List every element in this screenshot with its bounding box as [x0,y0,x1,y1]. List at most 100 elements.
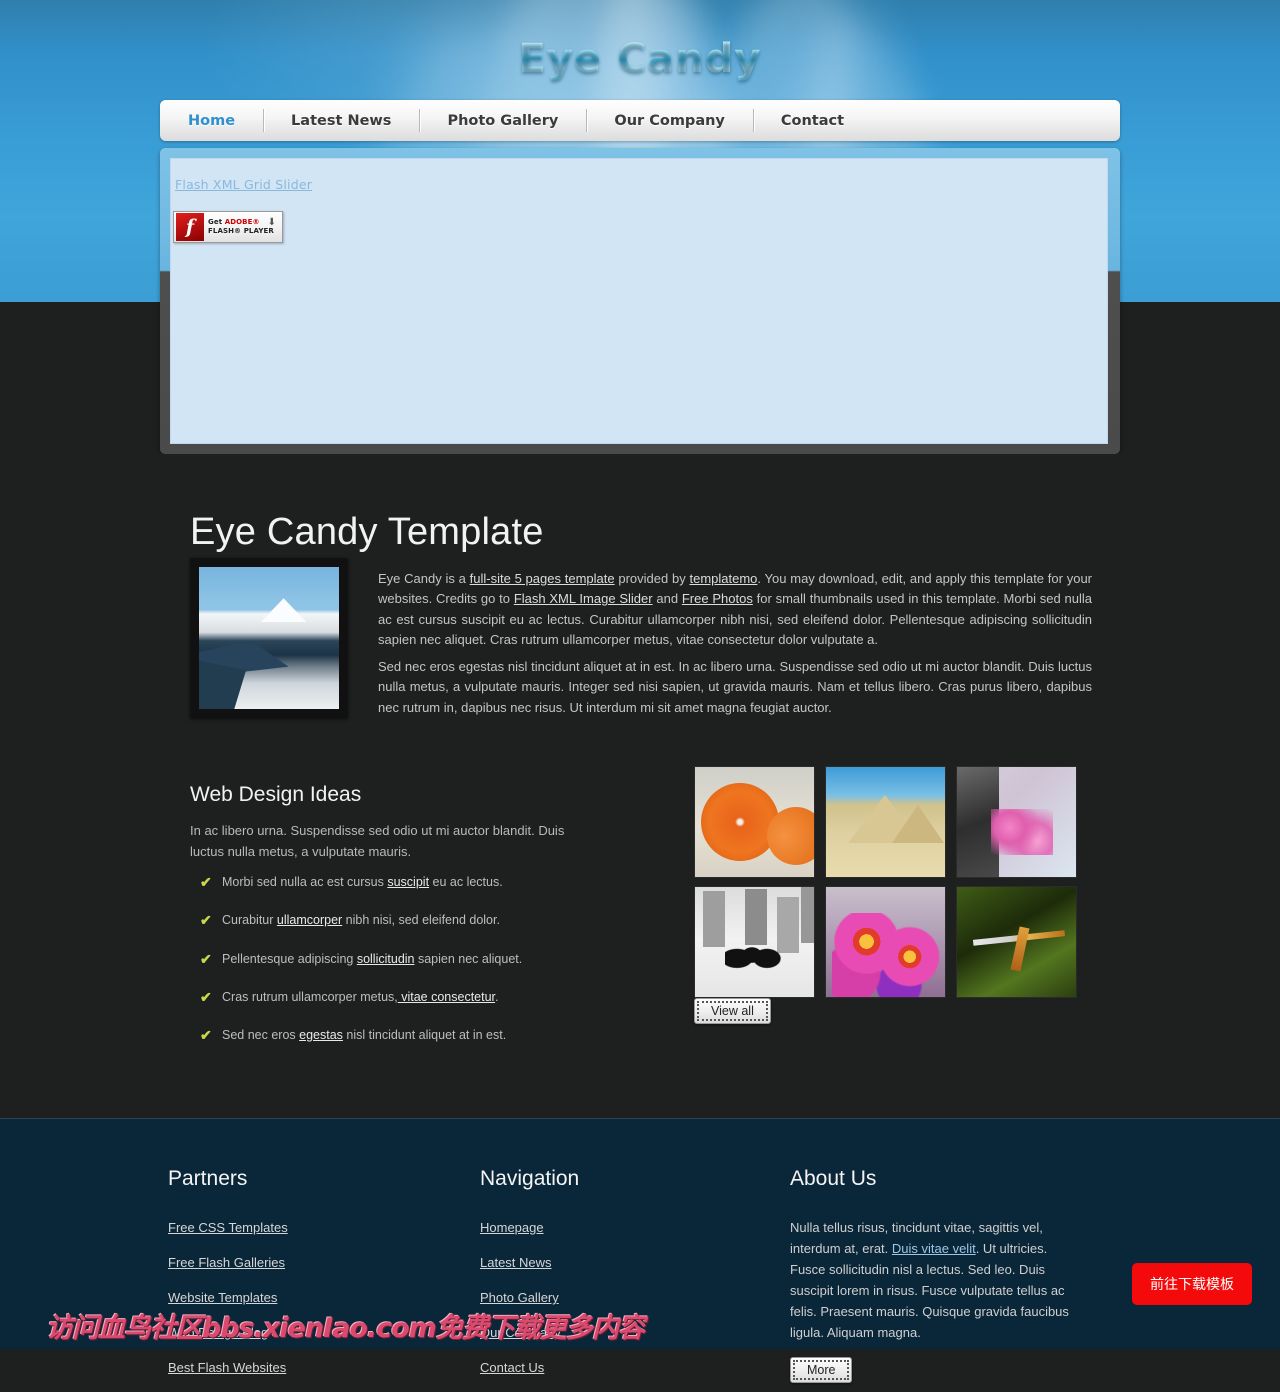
item-link[interactable]: sollicitudin [357,952,415,966]
navigation-link-list: Homepage Latest News Photo Gallery Our C… [480,1217,770,1376]
footer-column-about: About Us Nulla tellus risus, tincidunt v… [790,1167,1080,1384]
intro-paragraph-1: Eye Candy is a full-site 5 pages templat… [378,569,1092,651]
nav-item-our-company[interactable]: Our Company [586,100,753,141]
item-text-before: Sed nec eros [222,1028,300,1042]
about-us-title: About Us [790,1167,877,1190]
thumbnail-row [694,766,1084,878]
download-template-cta-button[interactable]: 前往下载模板 [1132,1263,1252,1305]
list-item: Free CSS Templates [168,1217,458,1236]
footer-link-free-css-templates[interactable]: Free CSS Templates [168,1220,288,1235]
intro-mountain-photo [190,558,348,718]
flash-badge-brand: ADOBE® [224,217,260,226]
page-title: Eye Candy Template [190,511,544,554]
check-icon: ✔ [200,874,212,890]
partners-title: Partners [168,1167,248,1190]
about-us-text: Nulla tellus risus, tincidunt vitae, sag… [790,1217,1080,1343]
list-item: Free Flash Galleries [168,1252,458,1271]
dragonfly-thumbnail[interactable] [956,886,1077,998]
pyramids-thumbnail[interactable] [825,766,946,878]
item-link[interactable]: ullamcorper [277,913,342,927]
view-all-button[interactable]: View all [694,998,771,1024]
intro-text-2: provided by [614,571,690,586]
footer-link-homepage[interactable]: Homepage [480,1220,544,1235]
footer-link-free-flash-galleries[interactable]: Free Flash Galleries [168,1255,285,1270]
full-site-template-link[interactable]: full-site 5 pages template [470,571,615,586]
intro-paragraph-2: Sed nec eros egestas nisl tincidunt aliq… [378,659,1092,715]
list-item: ✔ Morbi sed nulla ac est cursus suscipit … [200,874,620,890]
footer-link-best-flash-websites[interactable]: Best Flash Websites [168,1360,286,1375]
web-design-ideas-intro: In ac libero urna. Suspendisse sed odio … [190,823,565,859]
web-design-ideas-title: Web Design Ideas [190,783,362,807]
footer-link-contact-us[interactable]: Contact Us [480,1360,544,1375]
list-item: Contact Us [480,1357,770,1376]
footer-link-photo-gallery[interactable]: Photo Gallery [480,1290,559,1305]
list-item: ✔ Cras rutrum ullamcorper metus, vitae co… [200,989,620,1005]
item-link[interactable]: vitae consectetur [398,990,495,1004]
footer-column-partners: Partners Free CSS Templates Free Flash G… [168,1167,458,1392]
flash-xml-grid-slider-link[interactable]: Flash XML Grid Slider [175,177,312,192]
city-silhouette-thumbnail[interactable] [694,886,815,998]
list-item: Homepage [480,1217,770,1236]
check-icon: ✔ [200,988,212,1005]
partners-link-list: Free CSS Templates Free Flash Galleries … [168,1217,458,1376]
list-item: ✔ Pellentesque adipiscing sollicitudin sa… [200,951,620,967]
flash-xml-image-slider-link[interactable]: Flash XML Image Slider [514,591,653,606]
main-navigation: Home Latest News Photo Gallery Our Compa… [160,100,1120,141]
thumbnail-row [694,886,1084,998]
item-text-after: . [495,989,499,1004]
pink-blossom-thumbnail[interactable] [956,766,1077,878]
get-adobe-flash-player-badge[interactable]: f Get ADOBE® FLASH® PLAYER ⬇ [173,211,283,243]
item-link[interactable]: egestas [299,1028,343,1042]
footer-column-navigation: Navigation Homepage Latest News Photo Ga… [480,1167,770,1392]
orange-fruit-thumbnail[interactable] [694,766,815,878]
list-item: Latest News [480,1252,770,1271]
main-content: Eye Candy Template Eye Candy is a full-s… [0,454,1280,1118]
nav-item-latest-news[interactable]: Latest News [263,100,419,141]
download-arrow-icon: ⬇ [267,217,276,228]
web-design-ideas-list: ✔ Morbi sed nulla ac est cursus suscipit … [200,874,620,1065]
intro-text-4: and [652,591,682,607]
footer-link-website-templates[interactable]: Website Templates [168,1290,277,1305]
item-link[interactable]: suscipit [387,875,429,889]
duis-vitae-velit-link[interactable]: Duis vitae velit [892,1241,976,1256]
check-icon: ✔ [200,912,212,929]
item-text-after: sapien nec aliquet. [414,951,523,966]
mountain-peak-shape [260,598,307,623]
intro-text-1: Eye Candy is a [378,571,470,586]
free-photos-link[interactable]: Free Photos [682,591,753,606]
item-text-before: Cras rutrum ullamcorper metus, [222,989,398,1004]
item-text-after: eu ac lectus. [429,875,503,889]
list-item: Web Design Blog [168,1322,458,1341]
item-text-before: Pellentesque adipiscing [222,951,357,966]
more-button[interactable]: More [790,1357,853,1384]
thumbnail-gallery [694,766,1084,1006]
flash-badge-line1-prefix: Get [208,217,225,226]
list-item: Photo Gallery [480,1287,770,1306]
item-text-after: nibh nisi, sed eleifend dolor. [342,913,500,928]
flash-slider-stage[interactable]: Flash XML Grid Slider f Get ADOBE® FLASH… [170,158,1108,444]
check-icon: ✔ [200,1027,212,1043]
item-text-after: nisl tincidunt aliquet at in est. [342,1028,507,1042]
list-item: ✔ Sed nec eros egestas nisl tincidunt ali… [200,1027,620,1043]
list-item: Website Templates [168,1287,458,1306]
flash-logo-icon: f [176,213,204,241]
footer-link-latest-news[interactable]: Latest News [480,1255,552,1270]
list-item: ✔ Curabitur ullamcorper nibh nisi, sed el… [200,912,620,928]
list-item: Our Company [480,1322,770,1341]
check-icon: ✔ [200,950,212,967]
mountain-image [199,567,339,709]
list-item: Best Flash Websites [168,1357,458,1376]
site-title: Eye Candy [0,36,1280,82]
flash-badge-line2: FLASH® PLAYER [208,227,274,235]
nav-item-home[interactable]: Home [160,100,263,141]
pink-flowers-thumbnail[interactable] [825,886,946,998]
site-footer: Partners Free CSS Templates Free Flash G… [0,1118,1280,1384]
nav-item-contact[interactable]: Contact [752,100,872,141]
footer-link-web-design-blog[interactable]: Web Design Blog [168,1325,268,1340]
item-text-before: Curabitur [222,913,277,928]
navigation-title: Navigation [480,1167,580,1190]
templatemo-link[interactable]: templatemo [689,571,757,586]
nav-item-photo-gallery[interactable]: Photo Gallery [419,100,586,141]
item-text-before: Morbi sed nulla ac est cursus [222,875,388,889]
footer-link-our-company[interactable]: Our Company [480,1325,561,1340]
